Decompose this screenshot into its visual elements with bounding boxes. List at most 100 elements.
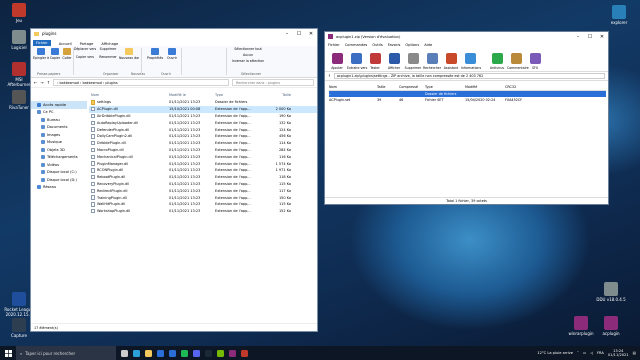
- ouvrir-button[interactable]: Ouvrir: [165, 48, 179, 60]
- file-row[interactable]: AutoReplayUploader.dll 01/11/2021 13:23 Ex…: [89, 119, 317, 126]
- file-row[interactable]: AirDribblePlugin.dll 01/11/2021 13:23 Exte…: [89, 113, 317, 120]
- taskbar-search[interactable]: ⌕ Taper ici pour rechercher: [16, 346, 116, 360]
- archive-row[interactable]: ACPlugin.set 39 46 Fichier SET 15/04/2020 02…: [329, 97, 606, 104]
- file-row[interactable]: DefenderPlugin.dll 01/11/2021 13:23 Extens…: [89, 126, 317, 133]
- file-row[interactable]: RebootPlugin.dll 01/11/2021 13:23 Extensio…: [89, 174, 317, 181]
- back-arrow-icon[interactable]: ←: [34, 80, 37, 85]
- close-button[interactable]: ✕: [596, 34, 608, 40]
- nav-item-images[interactable]: Images: [31, 131, 87, 139]
- minimize-button[interactable]: –: [572, 34, 584, 40]
- epingler-a-acces-rapide-button[interactable]: Épingler à Accès rapide: [33, 48, 49, 60]
- weather-widget[interactable]: 12°C La pluie arrive: [537, 351, 573, 355]
- nav-item-disque-local-c[interactable]: Disque local (C:): [31, 169, 87, 177]
- taskbar-app-explorer[interactable]: [142, 346, 154, 360]
- copier-button[interactable]: Copier: [49, 48, 61, 60]
- tester-tool-button[interactable]: Tester: [366, 53, 384, 71]
- notification-icon[interactable]: ▤: [633, 351, 636, 355]
- ajouter-tool-button[interactable]: Ajouter: [328, 53, 346, 71]
- aucun-button[interactable]: Aucun: [228, 53, 268, 57]
- desktop-icon-jeu[interactable]: Jeu: [4, 3, 34, 23]
- archive-column-crc32[interactable]: CRC32: [505, 85, 535, 89]
- deplacer-vers-button[interactable]: Déplacer vers: [74, 47, 96, 51]
- file-row[interactable]: TrainingPlugin.dll 01/11/2021 13:23 Extens…: [89, 194, 317, 201]
- menu-favoris[interactable]: Favoris: [388, 43, 401, 47]
- file-row[interactable]: RedirectPlugin.dll 01/11/2021 13:23 Extens…: [89, 187, 317, 194]
- renommer-button[interactable]: Renommer: [97, 55, 119, 59]
- extraire-vers-tool-button[interactable]: Extraire vers: [347, 53, 367, 71]
- file-row[interactable]: WorkshopPlugin.dll 01/11/2021 13:23 Extens…: [89, 208, 317, 215]
- desktop-icon-explorer[interactable]: explorer: [604, 5, 634, 25]
- file-row[interactable]: DollyCamPlugin2.dll 01/11/2021 13:23 Exten…: [89, 133, 317, 140]
- file-row[interactable]: PluginManager.dll 01/11/2021 13:23 Extensi…: [89, 160, 317, 167]
- maximize-button[interactable]: ☐: [293, 31, 305, 37]
- column-header-type[interactable]: Type: [215, 93, 257, 97]
- menu-outils[interactable]: Outils: [372, 43, 382, 47]
- menu-aide[interactable]: Aide: [424, 43, 432, 47]
- language-indicator[interactable]: FRA: [597, 351, 604, 355]
- file-row[interactable]: RCONPlugin.dll 01/11/2021 13:23 Extension …: [89, 167, 317, 174]
- file-row[interactable]: WallHitPlugin.dll 01/11/2021 13:23 Extensi…: [89, 201, 317, 208]
- proprietes-button[interactable]: Propriétés: [147, 48, 163, 60]
- taskbar-app-nvidia[interactable]: [214, 346, 226, 360]
- nav-item-videos[interactable]: Vidéos: [31, 161, 87, 169]
- forward-arrow-icon[interactable]: →: [40, 80, 43, 85]
- archive-column-taille[interactable]: Taille: [377, 85, 399, 89]
- menu-options[interactable]: Options: [405, 43, 419, 47]
- desktop-icon-winrarplugin[interactable]: winrarplugin: [566, 316, 596, 336]
- nav-item-reseau[interactable]: Réseau: [31, 184, 87, 192]
- nav-item-acces-rapide[interactable]: Accès rapide: [31, 101, 87, 109]
- taskbar-app-store[interactable]: [154, 346, 166, 360]
- taskbar-app-steam[interactable]: [202, 346, 214, 360]
- nouveau-dossier-button[interactable]: Nouveau dossier: [119, 48, 139, 60]
- antivirus-tool-button[interactable]: Antivirus: [488, 53, 506, 71]
- assistant-tool-button[interactable]: Assistant: [442, 53, 460, 71]
- menu-commandes[interactable]: Commandes: [345, 43, 368, 47]
- menu-fichier[interactable]: Fichier: [328, 43, 340, 47]
- file-row[interactable]: MacroPlugin.dll 01/11/2021 13:23 Extension…: [89, 147, 317, 154]
- nav-item-ce-pc[interactable]: Ce PC: [31, 109, 87, 117]
- coller-button[interactable]: Coller: [61, 48, 73, 60]
- minimize-button[interactable]: –: [281, 31, 293, 37]
- taskbar-app-task-view[interactable]: [118, 346, 130, 360]
- archive-column-modifie[interactable]: Modifié: [465, 85, 505, 89]
- taskbar-app-discord[interactable]: [190, 346, 202, 360]
- volume-icon[interactable]: ◁: [590, 351, 593, 355]
- informations-tool-button[interactable]: Informations: [461, 53, 481, 71]
- desktop-icon-ddu-v18-0-4-5[interactable]: DDU v18.0.4.5: [596, 282, 626, 302]
- taskbar-app-spotify[interactable]: [178, 346, 190, 360]
- chevron-up-icon[interactable]: ˄: [577, 351, 579, 355]
- breadcrumb[interactable]: ‹ bakkesmod › bakkesmod › plugins: [53, 79, 229, 86]
- archive-column-compresse[interactable]: Compressé: [399, 85, 425, 89]
- sfx-tool-button[interactable]: SFX: [526, 53, 544, 71]
- taskbar-app-app[interactable]: [238, 346, 250, 360]
- inverser-la-selection-button[interactable]: Inverser la sélection: [228, 59, 268, 63]
- supprimer-button[interactable]: Supprimer: [97, 47, 119, 51]
- commentaire-tool-button[interactable]: Commentaire: [507, 53, 529, 71]
- network-icon[interactable]: ▭: [583, 351, 586, 355]
- column-header-modifie-le[interactable]: Modifié le: [169, 93, 215, 97]
- column-header-taille[interactable]: Taille: [257, 93, 291, 97]
- nav-item-documents[interactable]: Documents: [31, 124, 87, 132]
- archive-column-nom[interactable]: Nom: [329, 85, 377, 89]
- file-row[interactable]: MechanicalPlugin.dll 01/11/2021 13:23 Exte…: [89, 153, 317, 160]
- file-row[interactable]: DribblePlugin.dll 01/11/2021 13:23 Extensi…: [89, 140, 317, 147]
- taskbar-app-edge[interactable]: [130, 346, 142, 360]
- archive-column-type[interactable]: Type: [425, 85, 465, 89]
- column-header-nom[interactable]: Nom: [89, 93, 169, 97]
- clock[interactable]: 13:24 01/11/2021: [608, 349, 629, 358]
- taskbar-app-winrar[interactable]: [226, 346, 238, 360]
- nav-item-bureau[interactable]: Bureau: [31, 116, 87, 124]
- taskbar-app-mail[interactable]: [166, 346, 178, 360]
- start-button[interactable]: [0, 346, 16, 360]
- nav-item-disque-local-d[interactable]: Disque local (D:): [31, 176, 87, 184]
- copier-vers-button[interactable]: Copier vers: [74, 55, 96, 59]
- file-row[interactable]: settings 01/11/2021 13:23 Dossier de fichi…: [89, 99, 317, 106]
- nav-item-musique[interactable]: Musique: [31, 139, 87, 147]
- nav-item-telechargements[interactable]: Téléchargements: [31, 154, 87, 162]
- file-row[interactable]: RecoveryPlugin.dll 01/11/2021 13:23 Extens…: [89, 181, 317, 188]
- selectionner-tout-button[interactable]: Sélectionner tout: [228, 47, 268, 51]
- supprimer-tool-button[interactable]: Supprimer: [404, 53, 422, 71]
- search-input[interactable]: Rechercher dans : plugins: [232, 79, 314, 86]
- rechercher-tool-button[interactable]: Rechercher: [423, 53, 441, 71]
- file-row[interactable]: ACPlugin.dll 15/10/2021 00:08 Extension de…: [89, 105, 317, 113]
